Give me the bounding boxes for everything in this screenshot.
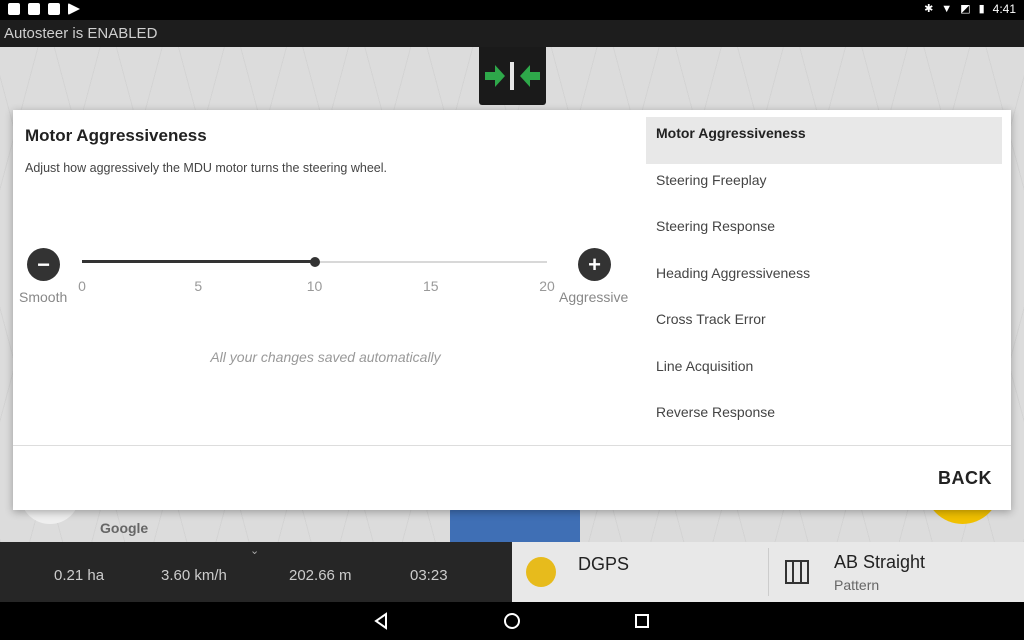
autosteer-banner: Autosteer is ENABLED [0,20,1024,47]
plus-icon: + [588,252,601,277]
slider-thumb[interactable] [309,257,320,267]
navigation-bar [0,602,1024,640]
slider-tick-label: 10 [306,278,323,294]
settings-menu: Motor Aggressiveness Steering Freeplay S… [646,117,1002,443]
bluetooth-icon: ✱ [924,3,934,15]
status-bar: ✱ ▼ ◩ ▮ 4:41 [0,0,1024,20]
status-right-icons: ✱ ▼ ◩ ▮ 4:41 [924,2,1016,16]
increase-button[interactable]: + [578,248,611,281]
google-logo: Google [100,520,149,536]
saved-message: All your changes saved automatically [210,349,441,365]
chevron-down-icon[interactable]: ⌄ [250,544,259,557]
slider-tick-label: 15 [422,278,439,294]
menu-item-heading-aggressiveness[interactable]: Heading Aggressiveness [646,257,1002,304]
steering-indicator [479,47,546,105]
menu-item-steering-response[interactable]: Steering Response [646,210,1002,257]
recents-nav-icon[interactable] [632,611,652,631]
settings-dialog: Motor Aggressiveness Adjust how aggressi… [13,110,1011,510]
status-panel: DGPS AB Straight Pattern [512,542,1024,602]
slider-fill [82,260,315,263]
menu-item-reverse-response[interactable]: Reverse Response [646,396,1002,443]
pattern-subtitle: Pattern [834,577,880,593]
menu-item-cross-track-error[interactable]: Cross Track Error [646,303,1002,350]
home-nav-icon[interactable] [502,611,522,631]
dialog-divider [13,445,1011,446]
panel-divider [768,548,769,596]
slider-min-label: Smooth [19,289,68,305]
wifi-icon: ▼ [941,3,953,15]
status-left-icons [8,3,80,15]
back-nav-icon[interactable] [372,611,392,631]
time-value: 03:23 [410,567,448,584]
decrease-button[interactable]: − [27,248,60,281]
distance-value: 202.66 m [289,567,352,584]
slider-tick-label: 0 [78,278,86,294]
minus-icon: − [37,252,50,277]
speed-value: 3.60 km/h [161,567,227,584]
menu-item-motor-aggressiveness[interactable]: Motor Aggressiveness [646,117,1002,164]
status-time: 4:41 [992,2,1016,16]
pattern-name[interactable]: AB Straight [834,552,925,573]
no-sim-icon: ◩ [960,3,971,15]
sim-icon [48,3,60,15]
gps-label[interactable]: DGPS [578,554,629,575]
menu-item-steering-freeplay[interactable]: Steering Freeplay [646,164,1002,211]
car-icon [8,3,20,15]
menu-item-line-acquisition[interactable]: Line Acquisition [646,350,1002,397]
dialog-title: Motor Aggressiveness [25,126,207,145]
tractor-icon [450,505,580,542]
pattern-icon [785,560,809,584]
stats-panel[interactable]: ⌄ 0.21 ha 3.60 km/h 202.66 m 03:23 [0,542,512,602]
slider-tick-label: 5 [194,278,203,294]
center-arrows-icon [485,62,540,90]
play-store-icon [68,3,80,15]
area-value: 0.21 ha [54,567,105,584]
battery-icon: ▮ [978,3,985,15]
slider-tick-label: 20 [539,278,555,294]
dialog-description: Adjust how aggressively the MDU motor tu… [25,161,387,175]
back-button[interactable]: BACK [938,468,992,489]
slider-max-label: Aggressive [559,289,629,305]
image-icon [28,3,40,15]
gps-status-dot [526,557,556,587]
